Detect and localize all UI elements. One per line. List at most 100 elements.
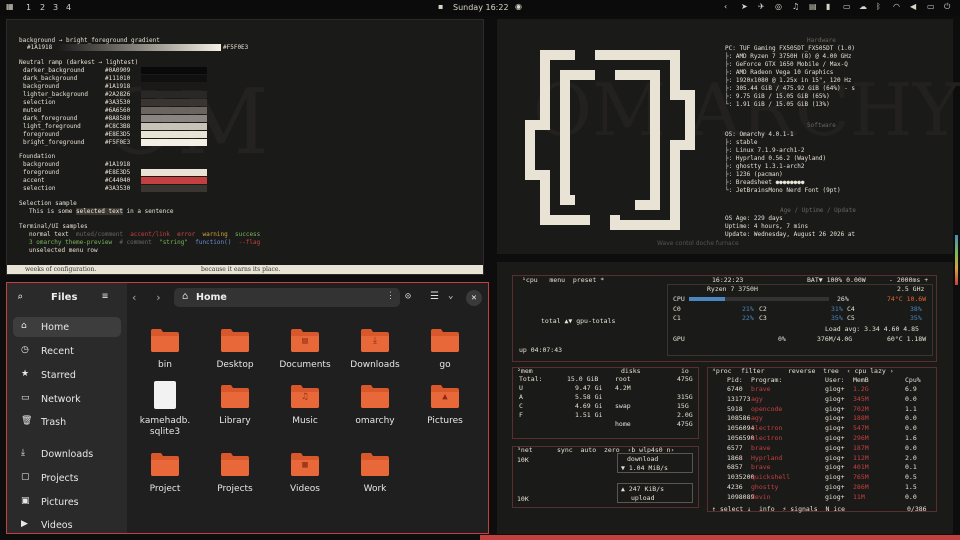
software-line: ├: Breadsheet ●●●●●●●● (725, 179, 805, 186)
proc-cell[interactable]: quickshell (751, 473, 790, 481)
folder-icon[interactable] (150, 327, 180, 353)
sidebar-item-network[interactable]: ▭ Network (13, 389, 121, 409)
sidebar-item-projects[interactable]: ▢ Projects (13, 468, 121, 488)
workspace-3[interactable]: 3 (53, 3, 58, 12)
folder-icon[interactable] (360, 383, 390, 409)
folder-icon[interactable]: ▦ (290, 451, 320, 477)
close-button[interactable]: ✕ (466, 290, 482, 306)
theme-preview-terminal[interactable]: OM background → bright_foreground gradie… (6, 19, 484, 275)
net-title[interactable]: ³net (517, 446, 533, 454)
sidebar-item-starred[interactable]: ★ Starred (13, 365, 121, 385)
media-icon[interactable]: ▪ (438, 2, 443, 11)
load-average: Load avg: 3.34 4.60 4.85 (825, 325, 919, 333)
core-pct: 31% (831, 305, 843, 313)
net-scale-bottom: 10K (517, 495, 529, 503)
sidebar-item-home[interactable]: ⌂ Home (13, 317, 121, 337)
cpu-menu[interactable]: ¹cpu menu preset * (522, 276, 604, 284)
forward-icon[interactable]: › (155, 291, 162, 304)
proc-cell[interactable]: devin (751, 493, 771, 501)
clock[interactable]: Sunday 16:22 (453, 3, 509, 12)
document-icon[interactable] (154, 381, 176, 409)
proc-cell[interactable]: agy (751, 414, 763, 422)
clipboard-icon[interactable]: ▤ (809, 2, 817, 11)
btop-terminal[interactable]: ¹cpu menu preset * 16:22:23 BAT▼ 100% 0.… (497, 262, 953, 534)
view-list-icon[interactable]: ☰ (430, 291, 439, 302)
view-options-icon[interactable]: ⌄ (448, 291, 453, 301)
sidebar-item-videos[interactable]: ▶ Videos (13, 515, 121, 535)
proc-cell: 6857 (727, 463, 743, 472)
swatch-color (141, 75, 207, 82)
hamburger-menu-icon[interactable]: ≡ (102, 291, 108, 302)
files-window[interactable]: ⌕ Files ≡ ‹ › ⌂ Home ⋮ ⊙ ☰ ⌄ ✕ ⌂ Home ◷ Rec… (6, 282, 489, 534)
bluetooth-icon[interactable]: ᛒ (876, 2, 881, 11)
path-menu-icon[interactable]: ⋮ (386, 291, 395, 301)
back-icon[interactable]: ‹ (131, 291, 138, 304)
folder-icon[interactable] (220, 327, 250, 353)
path-bar[interactable]: ⌂ Home ⋮ (174, 288, 400, 307)
volume-icon[interactable]: ◀ (910, 2, 916, 11)
fastfetch-terminal[interactable]: OM ARCHY Wave contol doche furnace Hardw… (497, 19, 960, 254)
workspace-4[interactable]: 4 (66, 3, 71, 12)
proc-cell: giog+ (825, 492, 845, 501)
proc-cell[interactable]: opencode (751, 405, 782, 413)
mem-key: A (519, 393, 523, 401)
notification-icon[interactable]: ◉ (515, 2, 522, 11)
folder-icon[interactable]: ♫ (290, 383, 320, 409)
terminal-icon[interactable]: ▭ (843, 2, 851, 11)
folder-icon[interactable]: ▤ (290, 327, 320, 353)
folder-icon[interactable] (360, 451, 390, 477)
sidebar-item-downloads[interactable]: ⤓ Downloads (13, 444, 121, 464)
home-icon: ⌂ (21, 321, 27, 331)
workspace-2[interactable]: 2 (40, 3, 45, 12)
record-icon[interactable]: ◎ (775, 2, 782, 11)
swatch-hex: #C8C3B8 (105, 123, 131, 130)
proc-cell[interactable]: brave (751, 385, 771, 393)
proc-footer[interactable]: ↑ select ↓ info ⚡ signals N ice (712, 505, 845, 513)
music-icon[interactable]: ♫ (792, 2, 799, 11)
proc-cell[interactable]: electron (751, 434, 782, 442)
proc-cell[interactable]: brave (751, 444, 771, 452)
io-toggle[interactable]: io (681, 367, 689, 375)
proc-cell[interactable]: ghostty (751, 483, 778, 491)
telegram-icon[interactable]: ➤ (741, 2, 748, 11)
proc-cell[interactable]: Hyprland (751, 454, 782, 462)
proc-cell[interactable]: electron (751, 424, 782, 432)
weather-icon[interactable]: ☁ (859, 2, 867, 11)
sidebar-item-trash[interactable]: 🗑 Trash (13, 412, 121, 432)
display-icon[interactable]: ▭ (927, 2, 935, 11)
update-interval[interactable]: - 2000ms + (889, 276, 928, 284)
side-color-strip (955, 235, 958, 285)
folder-icon[interactable]: ⤓ (360, 327, 390, 353)
mem-title[interactable]: ²mem (517, 367, 533, 375)
file-label: Desktop (216, 360, 254, 370)
sidebar-item-pictures[interactable]: ▣ Pictures (13, 492, 121, 512)
proc-cell: 0.0 (905, 424, 917, 433)
power-icon[interactable]: ⏻ (944, 2, 950, 12)
swatch-hex: #C44040 (105, 177, 131, 184)
wifi-icon[interactable]: ◠ (893, 2, 900, 11)
hardware-line: ├: 9.75 GiB / 15.05 GiB (65%) (725, 93, 830, 100)
tray-expand-icon[interactable]: ‹ (724, 2, 727, 11)
ui-samples-line-2: 3 omarchy theme-preview # comment "strin… (29, 239, 261, 246)
pin-icon[interactable]: ✈ (758, 2, 765, 11)
app-launcher-icon[interactable]: ▦ (6, 2, 14, 11)
proc-title[interactable]: ⁴proc (712, 367, 732, 375)
folder-icon[interactable]: ▲ (430, 383, 460, 409)
file-icon[interactable]: ▮ (826, 2, 830, 11)
folder-icon[interactable] (220, 383, 250, 409)
camera-icon[interactable]: ⊙ (405, 291, 411, 302)
proc-cell: giog+ (825, 473, 845, 482)
search-icon[interactable]: ⌕ (17, 292, 23, 303)
proc-cell[interactable]: agy (751, 395, 763, 403)
disks-title[interactable]: disks (621, 367, 641, 375)
gpu-temp: 60°C 1.18W (887, 335, 927, 343)
folder-icon[interactable] (150, 451, 180, 477)
proc-menu[interactable]: filter reverse tree ‹ cpu lazy › (741, 367, 894, 375)
core-pct: 35% (831, 314, 843, 322)
folder-icon[interactable] (220, 451, 250, 477)
sidebar-item-recent[interactable]: ◷ Recent (13, 341, 121, 361)
folder-icon[interactable] (430, 327, 460, 353)
workspace-1[interactable]: 1 (26, 3, 31, 12)
proc-cell[interactable]: brave (751, 463, 771, 471)
hardware-line: └: 1.91 GiB / 15.05 GiB (13%) (725, 101, 830, 108)
